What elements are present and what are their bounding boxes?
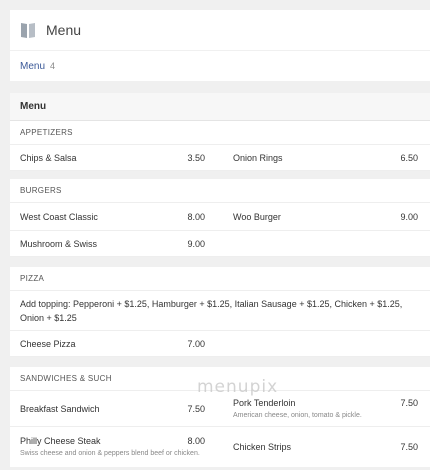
section-title: PIZZA xyxy=(10,267,430,291)
menu-item[interactable]: Chips & Salsa 3.50 xyxy=(10,145,215,170)
menu-item[interactable]: Philly Cheese Steak 8.00 Swiss cheese an… xyxy=(10,427,215,467)
page-header: Menu xyxy=(10,10,430,50)
item-price: 8.00 xyxy=(187,211,205,222)
section-title: APPETIZERS xyxy=(10,121,430,145)
item-name: Pork Tenderloin xyxy=(233,397,296,408)
item-name: Onion Rings xyxy=(233,152,283,163)
breadcrumb-count: 4 xyxy=(50,61,56,71)
item-price: 9.00 xyxy=(187,238,205,249)
page-title: Menu xyxy=(46,22,82,38)
topping-note: Add topping: Pepperoni + $1.25, Hamburge… xyxy=(20,298,403,323)
item-price: 7.50 xyxy=(187,403,205,414)
menu-item[interactable]: Onion Rings 6.50 xyxy=(223,145,428,170)
breadcrumb-menu-link[interactable]: Menu xyxy=(20,61,45,72)
item-name: Chicken Strips xyxy=(233,442,292,452)
menu-row: Add topping: Pepperoni + $1.25, Hamburge… xyxy=(10,291,430,331)
item-price: 7.50 xyxy=(400,397,418,408)
menu-row: Philly Cheese Steak 8.00 Swiss cheese an… xyxy=(10,427,430,467)
item-price: 9.00 xyxy=(400,211,418,222)
item-name: Philly Cheese Steak xyxy=(20,436,101,446)
item-name: Breakfast Sandwich xyxy=(20,403,100,414)
breadcrumb: Menu 4 xyxy=(10,51,430,81)
item-name: Mushroom & Swiss xyxy=(20,238,98,249)
item-price: 3.50 xyxy=(187,152,205,163)
menu-heading: Menu xyxy=(10,93,430,121)
item-name: West Coast Classic xyxy=(20,211,98,222)
menu-item[interactable]: Mushroom & Swiss 9.00 xyxy=(10,231,215,256)
menu-item[interactable]: Cheese Pizza 7.00 xyxy=(10,331,215,356)
section-appetizers: APPETIZERS Chips & Salsa 3.50 Onion Ring… xyxy=(10,121,430,171)
watermark-logo: menupix xyxy=(197,377,279,397)
item-name: Woo Burger xyxy=(233,211,281,222)
item-description: Swiss cheese and onion & peppers blend b… xyxy=(20,450,200,457)
section-pizza: PIZZA Add topping: Pepperoni + $1.25, Ha… xyxy=(10,267,430,357)
menu-item[interactable]: Breakfast Sandwich 7.50 xyxy=(10,391,215,426)
item-price: 8.00 xyxy=(187,436,205,446)
menu-item[interactable]: Woo Burger 9.00 xyxy=(223,203,428,230)
menu-item[interactable]: West Coast Classic 8.00 xyxy=(10,203,215,230)
section-burgers: BURGERS West Coast Classic 8.00 Woo Burg… xyxy=(10,179,430,257)
menu-row: West Coast Classic 8.00 Woo Burger 9.00 xyxy=(10,203,430,231)
item-name: Chips & Salsa xyxy=(20,152,77,163)
item-price: 7.00 xyxy=(187,338,205,349)
menu-item[interactable]: Chicken Strips 7.50 xyxy=(223,427,428,467)
item-name: Cheese Pizza xyxy=(20,338,76,349)
section-title: BURGERS xyxy=(10,179,430,203)
menu-row: Chips & Salsa 3.50 Onion Rings 6.50 xyxy=(10,145,430,171)
item-description: American cheese, onion, tomato & pickle. xyxy=(233,411,362,419)
menu-row: Cheese Pizza 7.00 xyxy=(10,331,430,357)
item-price: 7.50 xyxy=(400,442,418,452)
item-price: 6.50 xyxy=(400,152,418,163)
book-icon xyxy=(20,21,36,39)
menu-page: Menu Menu 4 Menu APPETIZERS Chips & Sals… xyxy=(0,0,430,470)
menu-row: Mushroom & Swiss 9.00 xyxy=(10,231,430,257)
